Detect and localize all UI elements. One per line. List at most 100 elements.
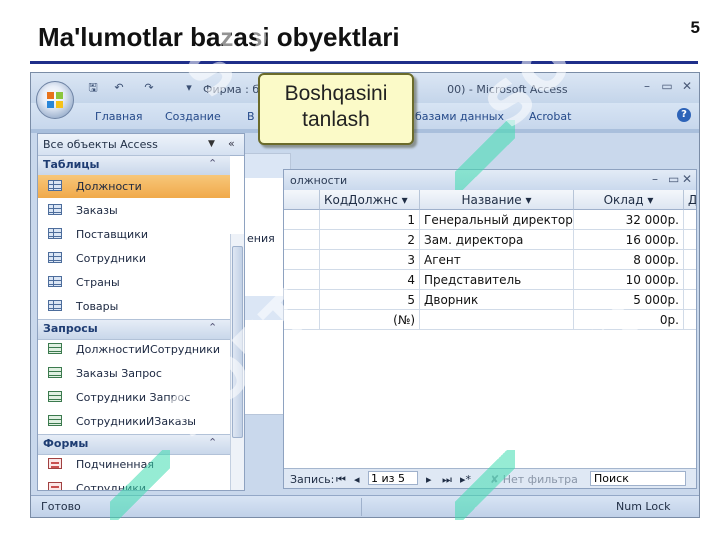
status-text: Готово xyxy=(41,500,81,513)
chevron-down-icon[interactable]: ▾ xyxy=(402,193,408,207)
last-record-icon[interactable]: ⏭ xyxy=(442,473,452,487)
watermark-mark xyxy=(455,450,515,520)
cell-salary[interactable]: 10 000р. xyxy=(574,270,684,290)
row-selector[interactable] xyxy=(284,250,320,270)
nav-item-table[interactable]: Сотрудники xyxy=(38,247,230,270)
slide-number: 5 xyxy=(690,18,700,37)
chevron-up-icon[interactable]: ⌃ xyxy=(208,321,217,334)
save-icon[interactable]: 🖫 xyxy=(85,80,101,95)
nav-item-label: ДолжностиИСотрудники xyxy=(76,343,221,356)
cell-extra[interactable] xyxy=(684,230,696,250)
nav-item-label: Сотрудники xyxy=(76,252,147,265)
record-number-input[interactable]: 1 из 5 xyxy=(368,471,418,485)
cell-salary[interactable]: 32 000р. xyxy=(574,210,684,230)
status-divider xyxy=(361,498,362,516)
datasheet-title: олжности xyxy=(290,174,348,187)
cell-id[interactable]: 1 xyxy=(320,210,420,230)
column-header[interactable]: Оклад ▾ xyxy=(574,190,684,210)
office-button[interactable] xyxy=(36,81,74,119)
nav-item-label: Товары xyxy=(76,300,119,313)
chevron-down-icon[interactable]: ▾ xyxy=(526,193,532,207)
cell-extra[interactable] xyxy=(684,290,696,310)
cell-extra[interactable] xyxy=(684,250,696,270)
table-icon xyxy=(48,180,62,191)
group-label: Запросы xyxy=(43,322,98,335)
table-icon xyxy=(48,228,62,239)
cell-id[interactable]: 5 xyxy=(320,290,420,310)
minimize-icon[interactable]: – xyxy=(652,172,658,186)
nav-item-table[interactable]: Поставщики xyxy=(38,223,230,246)
search-input[interactable]: Поиск xyxy=(590,471,686,486)
tab-home[interactable]: Главная xyxy=(95,110,143,123)
group-header-tables[interactable]: Таблицы ⌃ xyxy=(38,155,230,176)
callout-text: Boshqasini tanlash xyxy=(284,82,388,131)
background-panel-text: ения xyxy=(247,232,275,245)
nav-item-label: Заказы Запрос xyxy=(76,367,162,380)
row-selector[interactable] xyxy=(284,230,320,250)
nav-selector-label: Все объекты Access xyxy=(43,138,158,151)
cell-salary[interactable]: 8 000р. xyxy=(574,250,684,270)
tab-external[interactable]: В xyxy=(247,110,255,123)
close-icon[interactable]: ✕ xyxy=(682,172,692,186)
watermark-mark xyxy=(455,120,515,190)
table-icon xyxy=(48,300,62,311)
group-header-queries[interactable]: Запросы ⌃ xyxy=(38,319,230,340)
office-logo-icon xyxy=(47,92,63,108)
cell-name[interactable]: Агент xyxy=(420,250,574,270)
record-label: Запись: xyxy=(290,473,335,486)
nav-item-label: Заказы xyxy=(76,204,118,217)
nav-item-label: Поставщики xyxy=(76,228,148,241)
nav-item-table[interactable]: Страны xyxy=(38,271,230,294)
chevron-up-icon[interactable]: ⌃ xyxy=(208,157,217,170)
minimize-icon[interactable]: – xyxy=(639,79,655,93)
column-header[interactable]: Д xyxy=(684,190,696,210)
cell-name[interactable]: Представитель xyxy=(420,270,574,290)
chevron-down-icon[interactable]: ▼ xyxy=(208,139,215,149)
watermark-mark xyxy=(110,450,170,520)
first-record-icon[interactable]: ⏮ xyxy=(336,473,346,487)
help-icon[interactable]: ? xyxy=(677,108,691,122)
column-header[interactable]: КодДолжнс ▾ xyxy=(320,190,420,210)
nav-item-table[interactable]: Заказы xyxy=(38,199,230,222)
chevron-down-icon[interactable]: ▾ xyxy=(647,193,653,207)
form-icon xyxy=(48,458,62,469)
maximize-icon[interactable]: ▭ xyxy=(668,172,679,186)
collapse-pane-icon[interactable]: « xyxy=(228,137,235,150)
tab-create[interactable]: Создание xyxy=(165,110,221,123)
close-icon[interactable]: ✕ xyxy=(679,79,695,93)
cell-extra[interactable] xyxy=(684,270,696,290)
nav-item-table[interactable]: Товары xyxy=(38,295,230,318)
query-icon xyxy=(48,367,62,378)
query-icon xyxy=(48,391,62,402)
nav-selector[interactable]: Все объекты Access ▼ « xyxy=(38,134,244,156)
form-icon xyxy=(48,482,62,490)
row-selector[interactable] xyxy=(284,270,320,290)
undo-icon[interactable]: ↶ xyxy=(111,80,127,95)
row-selector[interactable] xyxy=(284,210,320,230)
cell-name[interactable]: Генеральный директор xyxy=(420,210,574,230)
cell-name[interactable]: Дворник xyxy=(420,290,574,310)
query-icon xyxy=(48,343,62,354)
cell-id[interactable]: (№) xyxy=(320,310,420,330)
numlock-indicator: Num Lock xyxy=(616,500,671,513)
cell-salary[interactable]: 16 000р. xyxy=(574,230,684,250)
query-icon xyxy=(48,415,62,426)
cell-name[interactable] xyxy=(420,310,574,330)
next-record-icon[interactable]: ▸ xyxy=(426,473,432,486)
cell-id[interactable]: 4 xyxy=(320,270,420,290)
prev-record-icon[interactable]: ◂ xyxy=(354,473,360,486)
cell-extra[interactable] xyxy=(684,210,696,230)
group-label: Формы xyxy=(43,437,89,450)
redo-icon[interactable]: ↷ xyxy=(141,80,157,95)
cell-id[interactable]: 2 xyxy=(320,230,420,250)
nav-item-label: Должности xyxy=(76,180,142,193)
cell-id[interactable]: 3 xyxy=(320,250,420,270)
nav-item-label: Страны xyxy=(76,276,120,289)
table-icon xyxy=(48,276,62,287)
nav-item-table[interactable]: Должности xyxy=(38,175,230,198)
cell-extra[interactable] xyxy=(684,310,696,330)
row-selector-header[interactable] xyxy=(284,190,320,210)
maximize-icon[interactable]: ▭ xyxy=(659,79,675,93)
column-header[interactable]: Название ▾ xyxy=(420,190,574,210)
cell-name[interactable]: Зам. директора xyxy=(420,230,574,250)
